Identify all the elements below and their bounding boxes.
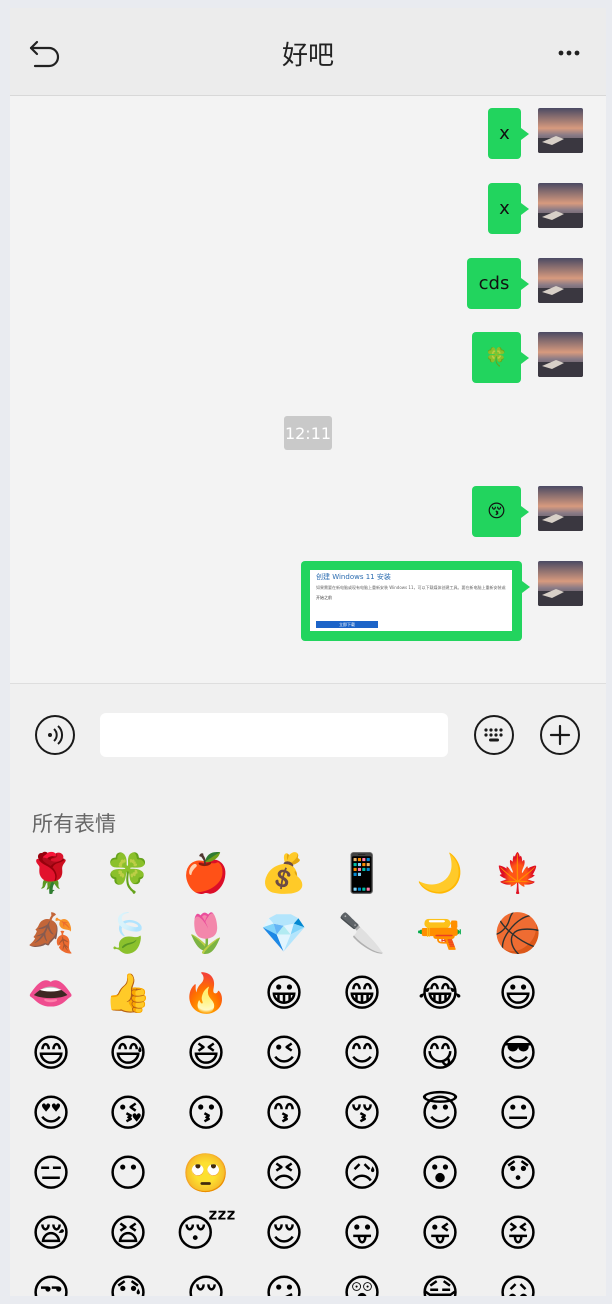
emoji-item[interactable]: 😗	[167, 1083, 245, 1143]
emoji-panel: 所有表情 🌹 🍀 🍎 💰 📱 🌙 🍁 🍂 🍃 🌷 💎 🔪 🔫 🏀 👄 👍 🔥 😀 😁 😂 😃 😄 😅 😆 😉 😊 😋 😎 😍 😘 😗 😙 😚 😇 😐…	[10, 783, 606, 1296]
emoji-item[interactable]: 😫	[89, 1203, 167, 1263]
message-list[interactable]: x x cds 🍀 12:11 😚 创建 Windows 11 安装 如果需要在…	[10, 97, 606, 682]
emoji-item[interactable]: 😮	[401, 1143, 479, 1203]
emoji-item[interactable]: 💎	[245, 903, 323, 963]
emoji-item[interactable]: 😷	[401, 1263, 479, 1296]
page-title: 好吧	[281, 41, 334, 71]
emoji-item[interactable]: 😇	[401, 1083, 479, 1143]
avatar[interactable]	[538, 486, 583, 531]
emoji-item[interactable]: 😑	[12, 1143, 90, 1203]
emoji-item[interactable]: 🙄	[167, 1143, 245, 1203]
screenshot-message[interactable]: 创建 Windows 11 安装 如果需要在新电脑或现有电脑上重新安装 Wind…	[301, 561, 530, 641]
emoji-item[interactable]: 😜	[401, 1203, 479, 1263]
emoji-item[interactable]: 😪	[12, 1203, 90, 1263]
emoji-panel-title: 所有表情	[32, 812, 116, 836]
message-bubble[interactable]: x	[488, 183, 529, 234]
preview-link: 开始之前	[316, 595, 332, 600]
emoji-item[interactable]: 😓	[89, 1263, 167, 1296]
emoji-item[interactable]: 😖	[479, 1263, 557, 1296]
emoji-item[interactable]: 😃	[479, 963, 557, 1023]
emoji-item[interactable]: 😚	[323, 1083, 401, 1143]
header-bar: 好吧	[10, 8, 606, 96]
emoji-item[interactable]: 😴	[167, 1203, 245, 1263]
emoji-item[interactable]: 👄	[12, 963, 90, 1023]
emoji-item[interactable]: 🔫	[401, 903, 479, 963]
emoji-item[interactable]: 😛	[323, 1203, 401, 1263]
avatar[interactable]	[538, 332, 583, 377]
emoji-item[interactable]: 😁	[323, 963, 401, 1023]
emoji-item[interactable]: 🍎	[167, 843, 245, 903]
emoji-item[interactable]: 😄	[12, 1023, 90, 1083]
preview-download-button: 立即下载	[316, 621, 378, 628]
emoji-item[interactable]: 😌	[245, 1203, 323, 1263]
avatar[interactable]	[538, 183, 583, 228]
emoji-item[interactable]: 🏀	[479, 903, 557, 963]
emoji-item[interactable]: 😎	[479, 1023, 557, 1083]
message-bubble[interactable]: x	[488, 108, 529, 159]
message-bubble[interactable]: cds	[467, 258, 529, 309]
chat-window: 好吧 x x cds 🍀 12:11 😚 创建 Windows 11 安装 如果…	[10, 8, 606, 1296]
more-button[interactable]	[554, 40, 584, 66]
emoji-item[interactable]: 😙	[245, 1083, 323, 1143]
screenshot-preview: 创建 Windows 11 安装 如果需要在新电脑或现有电脑上重新安装 Wind…	[310, 570, 512, 631]
emoji-item[interactable]: 🔥	[167, 963, 245, 1023]
emoji-item[interactable]: 😉	[245, 1023, 323, 1083]
emoji-item[interactable]: 😝	[479, 1203, 557, 1263]
add-icon	[549, 724, 571, 746]
preview-title: 创建 Windows 11 安装	[316, 573, 391, 581]
emoji-item[interactable]: 😲	[323, 1263, 401, 1296]
emoji-item[interactable]: 🌷	[167, 903, 245, 963]
emoji-item[interactable]: 🍁	[479, 843, 557, 903]
emoji-item[interactable]: 🌙	[401, 843, 479, 903]
preview-body: 如果需要在新电脑或现有电脑上重新安装 Windows 11，可以下载媒体创建工具…	[316, 585, 506, 590]
emoji-item[interactable]: 💰	[245, 843, 323, 903]
emoji-item[interactable]: 😥	[323, 1143, 401, 1203]
keyboard-button[interactable]	[474, 715, 514, 755]
emoji-item[interactable]: 😀	[245, 963, 323, 1023]
emoji-item[interactable]: 👍	[89, 963, 167, 1023]
emoji-item[interactable]: 🍂	[12, 903, 90, 963]
input-bar	[10, 683, 606, 783]
emoji-item[interactable]: 😐	[479, 1083, 557, 1143]
emoji-item[interactable]: 🌹	[12, 843, 90, 903]
message-bubble[interactable]: 😚	[472, 486, 529, 537]
avatar[interactable]	[538, 258, 583, 303]
emoji-item[interactable]: 😍	[12, 1083, 90, 1143]
emoji-item[interactable]: 📱	[323, 843, 401, 903]
emoji-item[interactable]: 🍀	[89, 843, 167, 903]
keyboard-icon	[484, 728, 503, 742]
emoji-item[interactable]: 😘	[89, 1083, 167, 1143]
emoji-item[interactable]: 😯	[479, 1143, 557, 1203]
avatar[interactable]	[538, 561, 583, 606]
emoji-item[interactable]: 😂	[401, 963, 479, 1023]
timestamp: 12:11	[284, 416, 332, 450]
emoji-item[interactable]: 😶	[89, 1143, 167, 1203]
emoji-item[interactable]: 🔪	[323, 903, 401, 963]
voice-icon	[48, 725, 64, 745]
emoji-item[interactable]: 😋	[401, 1023, 479, 1083]
emoji-item[interactable]: 😣	[245, 1143, 323, 1203]
more-icon	[558, 50, 580, 56]
avatar[interactable]	[538, 108, 583, 153]
emoji-item[interactable]: 😔	[167, 1263, 245, 1296]
message-input[interactable]	[100, 713, 448, 757]
emoji-item[interactable]: 😒	[12, 1263, 90, 1296]
voice-button[interactable]	[35, 715, 75, 755]
message-bubble[interactable]: 🍀	[472, 332, 529, 383]
emoji-item[interactable]: 😆	[167, 1023, 245, 1083]
emoji-item[interactable]: 😊	[323, 1023, 401, 1083]
emoji-item[interactable]: 😅	[89, 1023, 167, 1083]
add-button[interactable]	[540, 715, 580, 755]
emoji-item[interactable]: 😕	[245, 1263, 323, 1296]
emoji-item[interactable]: 🍃	[89, 903, 167, 963]
